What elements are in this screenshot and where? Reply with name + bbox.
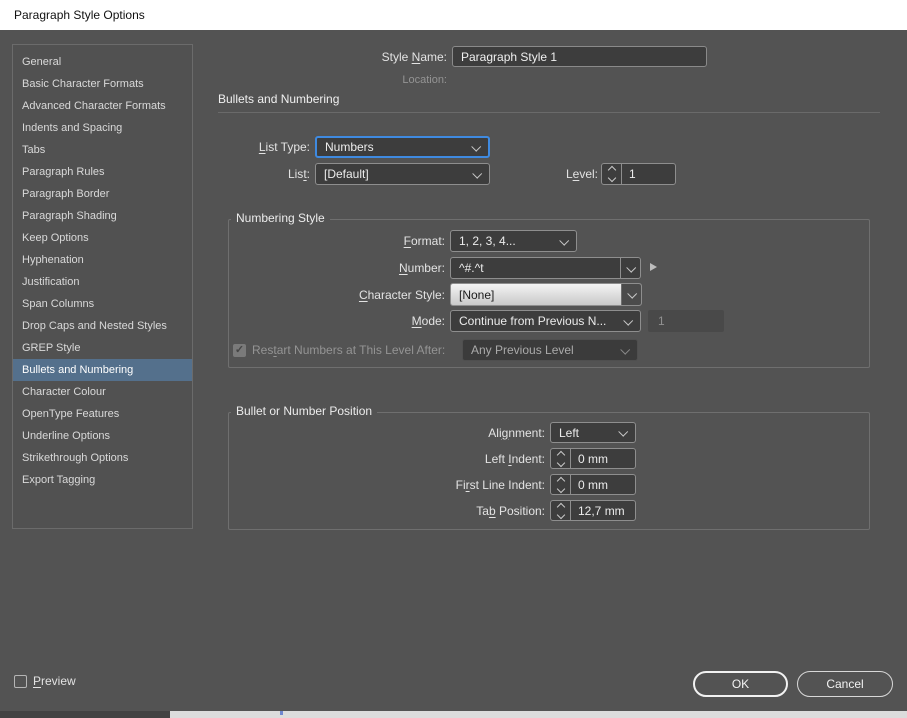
- sidebar-item-character-colour[interactable]: Character Colour: [13, 381, 192, 403]
- restart-label: Restart Numbers at This Level After:: [252, 343, 445, 357]
- position-group: [228, 412, 870, 530]
- title-bar: Paragraph Style Options: [0, 0, 907, 30]
- section-separator: [218, 112, 880, 113]
- level-value: 1: [622, 167, 636, 181]
- position-legend: Bullet or Number Position: [231, 404, 377, 418]
- sidebar-item-paragraph-shading[interactable]: Paragraph Shading: [13, 205, 192, 227]
- chevron-down-icon: [607, 174, 615, 182]
- sidebar-item-span-columns[interactable]: Span Columns: [13, 293, 192, 315]
- chevron-down-icon: [556, 510, 564, 518]
- sidebar-item-opentype-features[interactable]: OpenType Features: [13, 403, 192, 425]
- sidebar-item-advanced-character-formats[interactable]: Advanced Character Formats: [13, 95, 192, 117]
- first-line-indent-stepper[interactable]: 0 mm: [550, 474, 636, 495]
- combo-arrow-button[interactable]: [620, 258, 640, 278]
- character-style-label: Character Style:: [359, 288, 445, 302]
- tab-position-value: 12,7 mm: [571, 504, 625, 518]
- format-value: 1, 2, 3, 4...: [451, 234, 556, 248]
- chevron-down-icon: [618, 427, 628, 437]
- first-line-indent-label: First Line Indent:: [456, 478, 545, 492]
- sidebar-item-paragraph-border[interactable]: Paragraph Border: [13, 183, 192, 205]
- alignment-label: Alignment:: [488, 426, 545, 440]
- cancel-button[interactable]: Cancel: [797, 671, 893, 697]
- window-title: Paragraph Style Options: [14, 8, 145, 22]
- stepper-arrows[interactable]: [551, 449, 571, 468]
- mode-dropdown[interactable]: Continue from Previous N...: [450, 310, 641, 332]
- sidebar-item-justification[interactable]: Justification: [13, 271, 192, 293]
- number-combo[interactable]: ^#.^t: [450, 257, 641, 279]
- preview-toggle[interactable]: Preview: [14, 672, 76, 690]
- numbering-style-legend: Numbering Style: [231, 211, 330, 225]
- sidebar-item-basic-character-formats[interactable]: Basic Character Formats: [13, 73, 192, 95]
- sidebar-item-drop-caps-and-nested-styles[interactable]: Drop Caps and Nested Styles: [13, 315, 192, 337]
- tab-position-label: Tab Position:: [476, 504, 545, 518]
- restart-level-value: Any Previous Level: [463, 343, 617, 357]
- chevron-down-icon: [559, 235, 569, 245]
- mode-label: Mode:: [412, 314, 445, 328]
- preview-label: Preview: [33, 674, 76, 688]
- list-type-dropdown[interactable]: Numbers: [315, 136, 490, 158]
- background-app-dark-segment: [0, 711, 170, 718]
- left-indent-value: 0 mm: [571, 452, 608, 466]
- combo-arrow-button[interactable]: [621, 284, 641, 305]
- list-label: List:: [288, 167, 310, 181]
- page-title: Bullets and Numbering: [218, 92, 339, 106]
- alignment-dropdown[interactable]: Left: [550, 422, 636, 443]
- chevron-down-icon: [620, 344, 630, 354]
- sidebar-item-bullets-and-numbering[interactable]: Bullets and Numbering: [13, 359, 192, 381]
- format-dropdown[interactable]: 1, 2, 3, 4...: [450, 230, 577, 252]
- sidebar-item-paragraph-rules[interactable]: Paragraph Rules: [13, 161, 192, 183]
- alignment-value: Left: [551, 426, 615, 440]
- sidebar-item-keep-options[interactable]: Keep Options: [13, 227, 192, 249]
- chevron-down-icon: [556, 458, 564, 466]
- list-dropdown[interactable]: [Default]: [315, 163, 490, 185]
- mode-start-number-field: 1: [648, 310, 724, 332]
- stepper-arrows[interactable]: [551, 501, 571, 520]
- chevron-down-icon: [623, 315, 633, 325]
- chevron-down-icon: [472, 168, 482, 178]
- sidebar-item-underline-options[interactable]: Underline Options: [13, 425, 192, 447]
- sidebar: GeneralBasic Character FormatsAdvanced C…: [12, 44, 193, 529]
- mode-start-number-value: 1: [658, 314, 665, 328]
- format-label: Format:: [404, 234, 445, 248]
- level-stepper[interactable]: 1: [601, 163, 676, 185]
- chevron-down-icon: [556, 484, 564, 492]
- stepper-arrows[interactable]: [551, 475, 571, 494]
- tab-position-stepper[interactable]: 12,7 mm: [550, 500, 636, 521]
- sidebar-item-strikethrough-options[interactable]: Strikethrough Options: [13, 447, 192, 469]
- sidebar-item-indents-and-spacing[interactable]: Indents and Spacing: [13, 117, 192, 139]
- left-indent-label: Left Indent:: [485, 452, 545, 466]
- background-app-cursor-mark: [280, 711, 283, 715]
- background-app-strip: [0, 711, 907, 718]
- check-icon: ✓: [235, 345, 244, 356]
- restart-checkbox: ✓: [233, 344, 246, 357]
- chevron-down-icon: [626, 262, 636, 272]
- sidebar-item-export-tagging[interactable]: Export Tagging: [13, 469, 192, 491]
- style-name-input[interactable]: [452, 46, 707, 67]
- character-style-dropdown[interactable]: [None]: [450, 283, 642, 306]
- mode-value: Continue from Previous N...: [451, 314, 620, 328]
- sidebar-item-grep-style[interactable]: GREP Style: [13, 337, 192, 359]
- chevron-down-icon: [627, 289, 637, 299]
- list-type-label: List Type:: [259, 140, 310, 154]
- first-line-indent-value: 0 mm: [571, 478, 608, 492]
- restart-level-dropdown: Any Previous Level: [462, 339, 638, 361]
- sidebar-item-hyphenation[interactable]: Hyphenation: [13, 249, 192, 271]
- list-type-value: Numbers: [317, 140, 468, 154]
- style-name-label: Style Name:: [382, 50, 447, 64]
- chevron-down-icon: [471, 141, 481, 151]
- left-indent-stepper[interactable]: 0 mm: [550, 448, 636, 469]
- preview-checkbox[interactable]: [14, 675, 27, 688]
- number-value: ^#.^t: [451, 261, 620, 275]
- list-value: [Default]: [316, 167, 469, 181]
- location-label: Location:: [402, 74, 447, 86]
- level-label: Level:: [566, 167, 598, 181]
- number-label: Number:: [399, 261, 445, 275]
- ok-button[interactable]: OK: [693, 671, 788, 697]
- number-flyout-icon[interactable]: [650, 263, 657, 271]
- sidebar-item-tabs[interactable]: Tabs: [13, 139, 192, 161]
- stepper-arrows[interactable]: [602, 164, 622, 184]
- character-style-value: [None]: [451, 288, 621, 302]
- sidebar-item-general[interactable]: General: [13, 51, 192, 73]
